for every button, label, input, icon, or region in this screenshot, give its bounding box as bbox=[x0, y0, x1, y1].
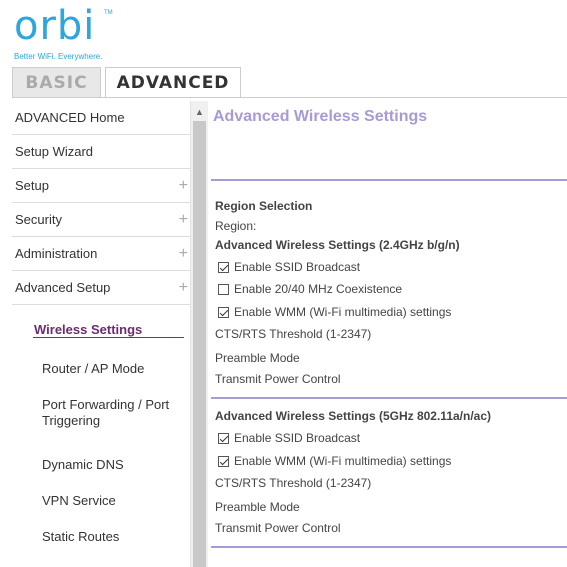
sidebar-item-label: Setup Wizard bbox=[15, 144, 94, 159]
sidebar-item-label: Setup bbox=[15, 178, 49, 193]
sidebar-item-administration[interactable]: Administration + bbox=[12, 237, 190, 271]
tx-power-24-label: Transmit Power Control bbox=[215, 372, 341, 386]
sidebar-item-advanced-setup[interactable]: Advanced Setup + bbox=[12, 271, 190, 305]
coexistence-24-checkbox[interactable] bbox=[218, 283, 229, 295]
sidebar-item-label: Security bbox=[15, 212, 62, 227]
sidebar-subitem-dynamic-dns[interactable]: Dynamic DNS bbox=[42, 457, 124, 472]
tab-advanced[interactable]: ADVANCED bbox=[105, 67, 241, 98]
tx-power-5-label: Transmit Power Control bbox=[215, 521, 341, 535]
sidebar-subitem-vpn-service[interactable]: VPN Service bbox=[42, 493, 116, 508]
coexistence-24-row: Enable 20/40 MHz Coexistence bbox=[218, 282, 402, 296]
region-label: Region: bbox=[215, 219, 257, 233]
section-divider bbox=[211, 179, 567, 181]
wmm-24-row: Enable WMM (Wi-Fi multimedia) settings bbox=[218, 305, 451, 319]
cts-rts-5-label: CTS/RTS Threshold (1-2347) bbox=[215, 476, 372, 490]
active-item-underline bbox=[33, 337, 184, 338]
sidebar-subitem-port-forwarding[interactable]: Port Forwarding / Port Triggering bbox=[42, 397, 182, 429]
region-selection-heading: Region Selection bbox=[215, 199, 313, 213]
wmm-5-label: Enable WMM (Wi-Fi multimedia) settings bbox=[234, 454, 452, 468]
ssid-broadcast-24-row: Enable SSID Broadcast bbox=[218, 260, 360, 274]
tab-basic[interactable]: BASIC bbox=[12, 67, 101, 97]
preamble-24-label: Preamble Mode bbox=[215, 351, 300, 365]
page-title: Advanced Wireless Settings bbox=[213, 108, 428, 125]
sidebar-item-security[interactable]: Security + bbox=[12, 203, 190, 237]
expand-plus-icon[interactable]: + bbox=[179, 177, 188, 195]
wmm-24-checkbox[interactable] bbox=[218, 306, 229, 318]
ssid-broadcast-5-checkbox[interactable] bbox=[218, 432, 229, 444]
section-5ghz-heading: Advanced Wireless Settings (5GHz 802.11a… bbox=[215, 409, 492, 423]
sidebar-item-label: ADVANCED Home bbox=[15, 110, 125, 125]
expand-plus-icon[interactable]: + bbox=[179, 245, 188, 263]
sidebar-item-advanced-home[interactable]: ADVANCED Home bbox=[12, 101, 190, 135]
ssid-broadcast-24-checkbox[interactable] bbox=[218, 261, 229, 273]
ssid-broadcast-5-row: Enable SSID Broadcast bbox=[218, 431, 360, 445]
wmm-5-row: Enable WMM (Wi-Fi multimedia) settings bbox=[218, 454, 451, 468]
wmm-24-label: Enable WMM (Wi-Fi multimedia) settings bbox=[234, 305, 452, 319]
logo-trademark: TM bbox=[104, 10, 113, 16]
section-24ghz-heading: Advanced Wireless Settings (2.4GHz b/g/n… bbox=[215, 238, 460, 252]
ssid-broadcast-5-label: Enable SSID Broadcast bbox=[234, 431, 361, 445]
preamble-5-label: Preamble Mode bbox=[215, 500, 300, 514]
sidebar-item-label: Administration bbox=[15, 246, 98, 261]
expand-plus-icon[interactable]: + bbox=[179, 211, 188, 229]
sidebar: ADVANCED Home Setup Wizard Setup + Securi… bbox=[12, 101, 190, 305]
scroll-up-arrow-icon[interactable]: ▲ bbox=[195, 107, 204, 117]
sidebar-item-setup-wizard[interactable]: Setup Wizard bbox=[12, 135, 190, 169]
section-divider bbox=[211, 397, 567, 399]
expand-plus-icon[interactable]: + bbox=[179, 279, 188, 297]
logo-tagline: Better WiFi. Everywhere. bbox=[14, 52, 103, 61]
scrollbar-thumb[interactable] bbox=[193, 121, 206, 567]
sidebar-scrollbar[interactable]: ▲ bbox=[190, 101, 208, 567]
sidebar-item-label: Advanced Setup bbox=[15, 280, 111, 295]
cts-rts-24-label: CTS/RTS Threshold (1-2347) bbox=[215, 327, 372, 341]
orbi-logo: orbi TM Better WiFi. Everywhere. bbox=[14, 3, 113, 61]
wmm-5-checkbox[interactable] bbox=[218, 455, 229, 467]
tab-divider bbox=[12, 97, 567, 98]
section-divider bbox=[211, 546, 567, 548]
sidebar-subitem-wireless-settings[interactable]: Wireless Settings bbox=[34, 322, 142, 337]
ssid-broadcast-24-label: Enable SSID Broadcast bbox=[234, 260, 361, 274]
logo-wordmark: orbi bbox=[14, 3, 96, 49]
coexistence-24-label: Enable 20/40 MHz Coexistence bbox=[234, 282, 403, 296]
sidebar-subitem-router-ap-mode[interactable]: Router / AP Mode bbox=[42, 361, 144, 376]
sidebar-subitem-static-routes[interactable]: Static Routes bbox=[42, 529, 119, 544]
sidebar-item-setup[interactable]: Setup + bbox=[12, 169, 190, 203]
